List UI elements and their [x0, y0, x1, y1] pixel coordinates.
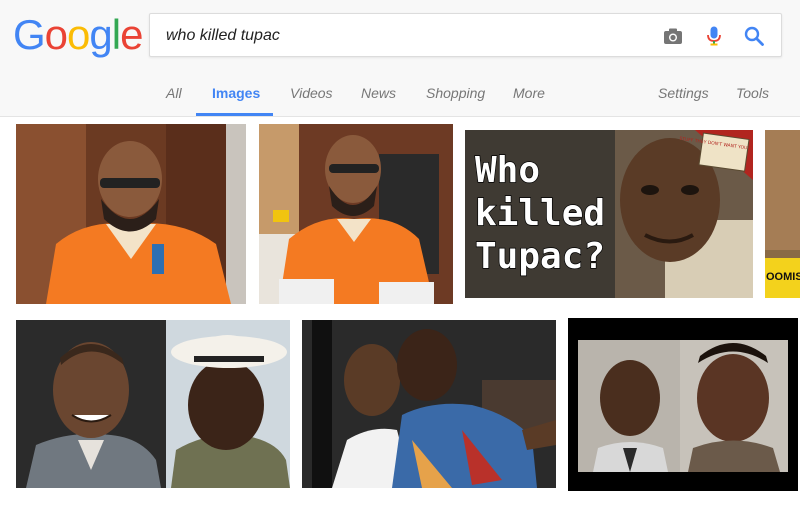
search-box: [149, 13, 782, 57]
image-result-2[interactable]: [259, 124, 453, 304]
logo-letter: g: [89, 11, 112, 58]
search-header: Google All: [0, 0, 800, 117]
image-result-4[interactable]: OOMIS: [765, 130, 800, 298]
search-icon[interactable]: [743, 25, 765, 47]
logo-letter: l: [111, 11, 121, 58]
tab-settings[interactable]: Settings: [658, 85, 709, 101]
search-tabs: All Images Videos News Shopping More Set…: [0, 76, 800, 116]
camera-icon[interactable]: [662, 25, 684, 47]
thumb-title-line-3: Tupac?: [475, 236, 605, 277]
thumb-title-line-2: killed: [475, 193, 605, 234]
image-result-6[interactable]: [302, 320, 556, 488]
image-result-7[interactable]: [568, 318, 798, 491]
logo-letter: o: [44, 11, 68, 58]
thumb-label: OOMIS: [766, 271, 800, 283]
mic-icon[interactable]: [703, 25, 725, 47]
tab-tools[interactable]: Tools: [736, 85, 769, 101]
logo-letter: G: [13, 11, 46, 58]
logo-letter: o: [67, 11, 90, 58]
tab-images[interactable]: Images: [212, 85, 260, 101]
search-input[interactable]: [166, 25, 636, 47]
image-result-5[interactable]: [16, 320, 290, 488]
image-result-1[interactable]: [16, 124, 246, 304]
logo-letter: e: [120, 11, 143, 58]
tab-more[interactable]: More: [513, 85, 545, 101]
google-logo[interactable]: Google: [13, 10, 143, 60]
tab-shopping[interactable]: Shopping: [426, 85, 485, 101]
thumb-title-line-1: Who: [475, 150, 540, 191]
image-result-3[interactable]: STUFF THEY DON'T WANT YOU TO KNOW Who ki…: [465, 130, 753, 298]
active-tab-indicator: [196, 113, 273, 116]
tab-news[interactable]: News: [361, 85, 396, 101]
tab-videos[interactable]: Videos: [290, 85, 333, 101]
tab-all[interactable]: All: [166, 85, 182, 101]
